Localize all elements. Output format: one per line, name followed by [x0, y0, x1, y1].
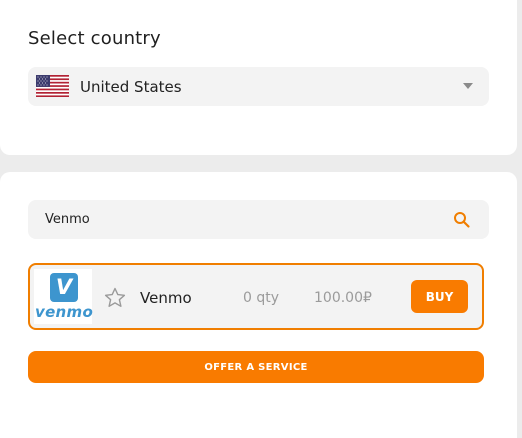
service-price: 100.00₽ — [314, 290, 372, 306]
search-input[interactable] — [28, 200, 448, 239]
section-title: Select country — [28, 28, 161, 49]
service-row[interactable]: V venmo Venmo 0 qty 100.00₽ BUY — [28, 263, 484, 330]
search-box — [28, 200, 489, 239]
venmo-logo: V venmo — [34, 269, 94, 324]
chevron-down-icon — [463, 83, 473, 89]
star-outline-icon[interactable] — [103, 286, 127, 310]
service-card: V venmo Venmo 0 qty 100.00₽ BUY OFFER A … — [0, 172, 517, 438]
service-qty: 0 qty — [243, 290, 280, 306]
country-card: Select country United States — [0, 0, 517, 155]
country-select[interactable]: United States — [28, 67, 489, 106]
us-flag-icon — [36, 75, 69, 97]
venmo-v-box: V — [50, 273, 78, 302]
buy-button[interactable]: BUY — [411, 280, 468, 313]
venmo-logo-letter: V — [55, 275, 73, 299]
offer-service-button[interactable]: OFFER A SERVICE — [28, 351, 484, 383]
country-name: United States — [80, 78, 182, 96]
service-name: Venmo — [140, 289, 192, 307]
venmo-wordmark: venmo — [35, 303, 94, 321]
search-icon[interactable] — [453, 211, 471, 229]
